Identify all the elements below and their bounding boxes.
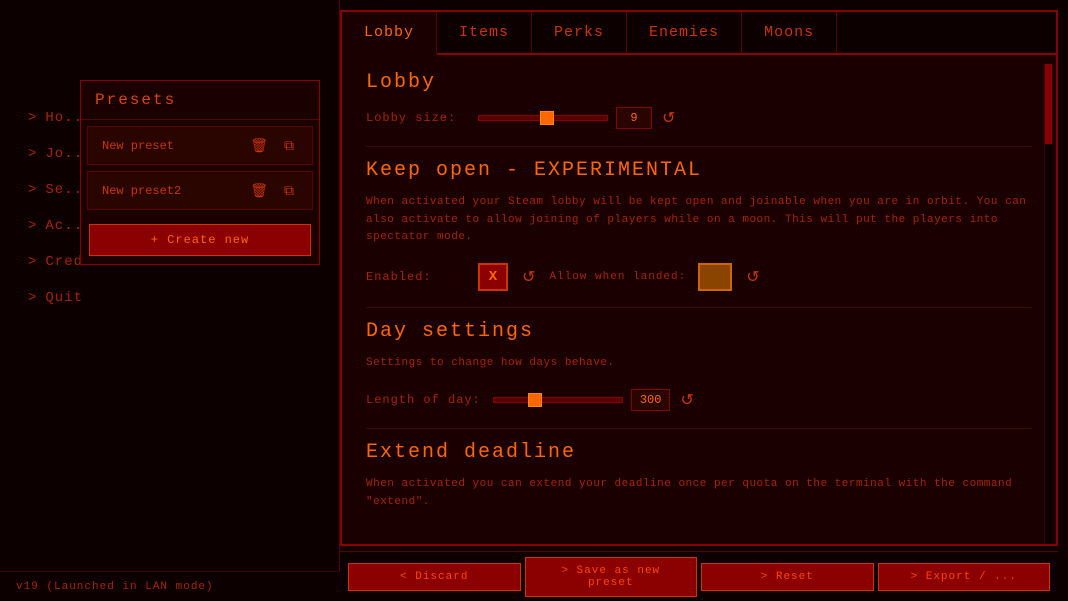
divider (366, 146, 1032, 147)
preset-actions: 🗑 ⧉ (246, 135, 298, 156)
enabled-row: Enabled: X ↺ Allow when landed: ↺ (366, 263, 1032, 291)
divider (366, 428, 1032, 429)
lobby-size-row: Lobby size: 9 ↺ (366, 106, 1032, 130)
lobby-size-slider[interactable] (478, 115, 608, 121)
preset-label: New preset2 (102, 184, 181, 198)
length-of-day-reset-button[interactable]: ↺ (678, 388, 695, 412)
tab-enemies[interactable]: Enemies (627, 12, 742, 53)
preset-actions: 🗑 ⧉ (246, 180, 298, 201)
presets-panel: Presets New preset 🗑 ⧉ New preset2 🗑 ⧉ +… (80, 80, 320, 265)
enabled-label: Enabled: (366, 270, 466, 284)
length-of-day-value: 300 (631, 389, 671, 411)
export-button[interactable]: > Export / ... (878, 563, 1051, 591)
lobby-size-slider-container: 9 ↺ (478, 106, 677, 130)
copy-preset-button[interactable]: ⧉ (280, 180, 298, 201)
keep-open-desc: When activated your Steam lobby will be … (366, 194, 1032, 247)
tab-moons[interactable]: Moons (742, 12, 837, 53)
preset-label: New preset (102, 139, 174, 153)
preset-item[interactable]: New preset2 🗑 ⧉ (87, 171, 313, 210)
allow-when-landed-label: Allow when landed: (549, 271, 686, 283)
bottom-toolbar: < Discard > Save as new preset > Reset >… (340, 551, 1058, 601)
chevron-icon: > (28, 146, 37, 162)
lobby-section-title: Lobby (366, 71, 1032, 94)
enabled-reset-button[interactable]: ↺ (520, 265, 537, 289)
chevron-icon: > (28, 110, 37, 126)
allow-when-landed-reset-button[interactable]: ↺ (744, 265, 761, 289)
divider (366, 307, 1032, 308)
chevron-icon: > (28, 182, 37, 198)
allow-when-landed-toggle[interactable] (698, 263, 732, 291)
status-bar: v19 (Launched in LAN mode) (0, 571, 340, 601)
copy-preset-button[interactable]: ⧉ (280, 135, 298, 156)
length-of-day-row: Length of day: 300 ↺ (366, 388, 1032, 412)
presets-title: Presets (81, 81, 319, 120)
day-settings-desc: Settings to change how days behave. (366, 355, 1032, 373)
chevron-icon: > (28, 254, 37, 270)
extend-deadline-title: Extend deadline (366, 441, 1032, 464)
lobby-size-label: Lobby size: (366, 111, 466, 125)
length-of-day-slider[interactable] (493, 397, 623, 403)
sidebar-item-quit[interactable]: > Quit (20, 280, 300, 316)
save-as-preset-button[interactable]: > Save as new preset (525, 557, 698, 597)
main-panel: Lobby Items Perks Enemies Moons Lobby Lo… (340, 10, 1058, 546)
length-of-day-label: Length of day: (366, 393, 481, 407)
tab-items[interactable]: Items (437, 12, 532, 53)
reset-button[interactable]: > Reset (701, 563, 874, 591)
discard-button[interactable]: < Discard (348, 563, 521, 591)
length-of-day-slider-container: 300 ↺ (493, 388, 696, 412)
status-text: v19 (Launched in LAN mode) (16, 581, 214, 593)
create-new-preset-button[interactable]: + Create new (89, 224, 311, 256)
scrollbar-thumb[interactable] (1045, 64, 1052, 144)
tab-lobby[interactable]: Lobby (342, 12, 437, 55)
day-settings-title: Day settings (366, 320, 1032, 343)
scrollbar-track[interactable] (1044, 64, 1052, 544)
sidebar-item-label: Quit (45, 290, 83, 306)
extend-deadline-desc: When activated you can extend your deadl… (366, 476, 1032, 511)
tab-perks[interactable]: Perks (532, 12, 627, 53)
lobby-size-value: 9 (616, 107, 652, 129)
enabled-toggle[interactable]: X (478, 263, 508, 291)
lobby-size-reset-button[interactable]: ↺ (660, 106, 677, 130)
chevron-icon: > (28, 290, 37, 306)
chevron-icon: > (28, 218, 37, 234)
keep-open-title: Keep open - EXPERIMENTAL (366, 159, 1032, 182)
tab-bar: Lobby Items Perks Enemies Moons (342, 12, 1056, 55)
delete-preset-button[interactable]: 🗑 (246, 135, 272, 156)
delete-preset-button[interactable]: 🗑 (246, 180, 272, 201)
content-area: Lobby Lobby size: 9 ↺ Keep open - EXPERI… (342, 55, 1056, 537)
preset-item[interactable]: New preset 🗑 ⧉ (87, 126, 313, 165)
